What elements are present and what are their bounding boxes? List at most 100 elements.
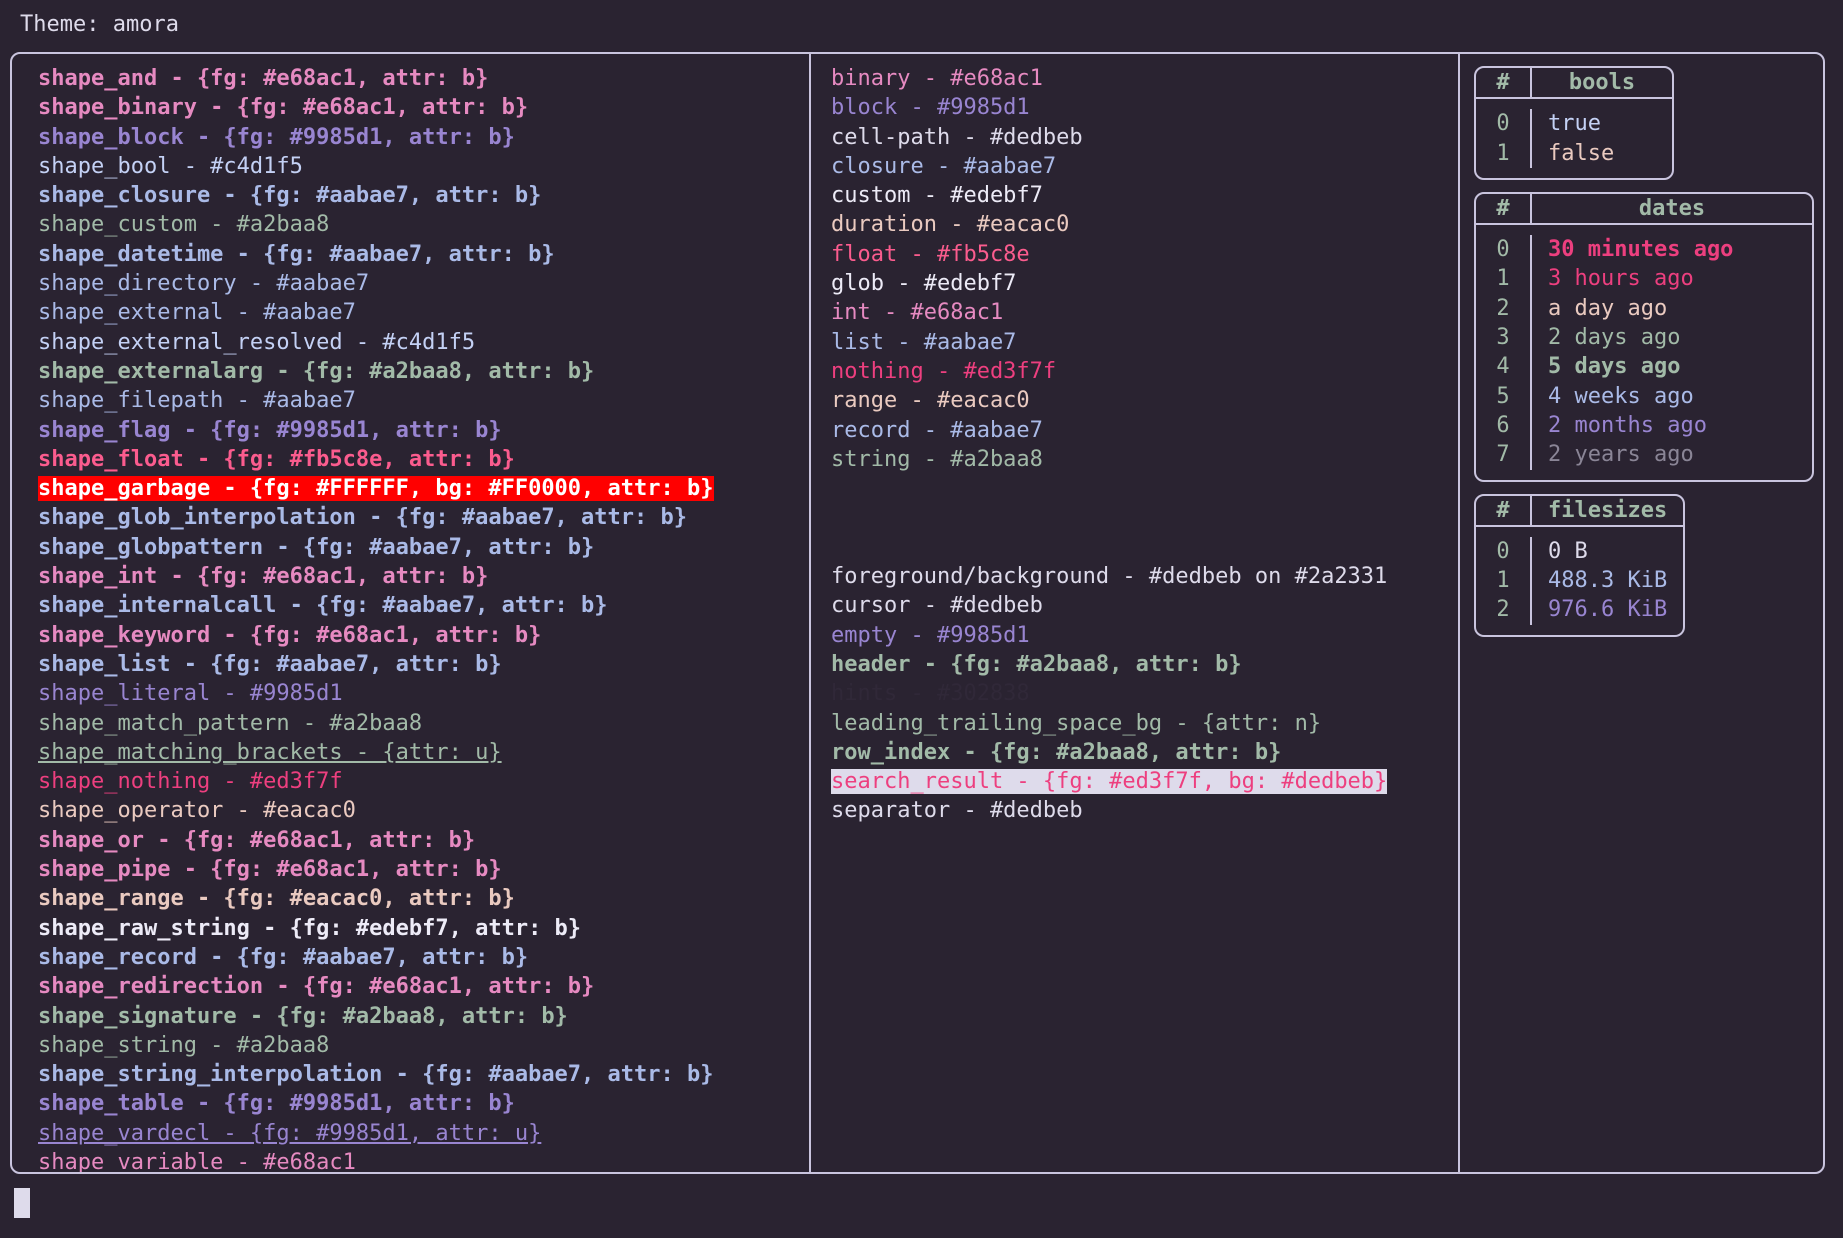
theme-entry: shape_external_resolved - #c4d1f5: [12, 328, 809, 357]
theme-entry-text: shape_filepath - #aabae7: [38, 388, 356, 414]
theme-entry: shape_record - {fg: #aabae7, attr: b}: [12, 943, 809, 972]
theme-entry: shape_and - {fg: #e68ac1, attr: b}: [12, 64, 809, 93]
theme-entry: list - #aabae7: [811, 328, 1458, 357]
theme-entry: shape_filepath - #aabae7: [12, 386, 809, 415]
theme-entry-text: shape_string - #a2baa8: [38, 1032, 330, 1058]
theme-entry-text: search_result - {fg: #ed3f7f, bg: #dedbe…: [831, 769, 1388, 795]
theme-entry-text: list - #aabae7: [831, 329, 1017, 355]
column-header: bools: [1568, 70, 1636, 95]
theme-entry: binary - #e68ac1: [811, 64, 1458, 93]
theme-entry-text: shape_block - {fg: #9985d1, attr: b}: [38, 124, 515, 150]
theme-entry: int - #e68ac1: [811, 298, 1458, 327]
table-dates: # dates 0 30 minutes ago 1 3 hours ago 2 a day …: [1474, 191, 1814, 482]
row-index: 0: [1476, 109, 1532, 139]
table-row[interactable]: 6 2 months ago: [1476, 410, 1812, 441]
theme-entry: empty - #9985d1: [811, 621, 1458, 650]
row-index: 4: [1476, 352, 1532, 382]
table-header-row: # filesizes: [1476, 495, 1684, 527]
cell-value: 488.3 KiB: [1548, 568, 1668, 594]
theme-entry: shape_string_interpolation - {fg: #aabae…: [12, 1060, 809, 1089]
theme-entry: shape_vardecl - {fg: #9985d1, attr: u}: [12, 1119, 809, 1148]
types-column: binary - #e68ac1 block - #9985d1 cell-path…: [811, 54, 1458, 1172]
theme-entry: shape_matching_brackets - {attr: u}: [12, 738, 809, 767]
theme-entry: string - #a2baa8: [811, 445, 1458, 474]
row-index: 0: [1476, 536, 1532, 567]
cell-value: false: [1548, 140, 1615, 166]
theme-entry-text: shape_datetime - {fg: #aabae7, attr: b}: [38, 241, 555, 267]
theme-entry: shape_datetime - {fg: #aabae7, attr: b}: [12, 240, 809, 269]
theme-entry-text: shape_or - {fg: #e68ac1, attr: b}: [38, 827, 476, 853]
theme-entry-text: shape_raw_string - {fg: #edebf7, attr: b…: [38, 915, 582, 941]
table-row[interactable]: 2 976.6 KiB: [1476, 595, 1683, 625]
theme-entry: float - #fb5c8e: [811, 240, 1458, 269]
table-row[interactable]: 5 4 weeks ago: [1476, 381, 1812, 411]
table-row[interactable]: 1 3 hours ago: [1476, 264, 1812, 294]
column-header: #: [1476, 495, 1532, 525]
cell-value: 2 years ago: [1548, 442, 1694, 468]
row-index: 2: [1476, 293, 1532, 324]
theme-entry: separator - #dedbeb: [811, 796, 1458, 825]
row-index: 5: [1476, 381, 1532, 411]
theme-entry-text: shape_garbage - {fg: #FFFFFF, bg: #FF000…: [38, 476, 714, 502]
theme-entry: foreground/background - #dedbeb on #2a23…: [811, 562, 1458, 591]
table-row[interactable]: 0 30 minutes ago: [1476, 235, 1812, 265]
theme-entry-text: header - {fg: #a2baa8, attr: b}: [831, 651, 1242, 677]
theme-entry-text: shape_externalarg - {fg: #a2baa8, attr: …: [38, 358, 595, 384]
table-row[interactable]: 2 a day ago: [1476, 293, 1812, 324]
theme-entry: row_index - {fg: #a2baa8, attr: b}: [811, 738, 1458, 767]
theme-entry: shape_range - {fg: #eacac0, attr: b}: [12, 884, 809, 913]
theme-entry: shape_globpattern - {fg: #aabae7, attr: …: [12, 533, 809, 562]
theme-entry-text: foreground/background - #dedbeb on #2a23…: [831, 564, 1388, 590]
theme-entry-text: shape_keyword - {fg: #e68ac1, attr: b}: [38, 622, 542, 648]
theme-entry-text: string - #a2baa8: [831, 446, 1043, 472]
theme-entry: shape_pipe - {fg: #e68ac1, attr: b}: [12, 855, 809, 884]
cell-value: 4 weeks ago: [1548, 383, 1694, 409]
theme-entry-text: shape_vardecl - {fg: #9985d1, attr: u}: [38, 1120, 542, 1146]
theme-entry-text: binary - #e68ac1: [831, 66, 1043, 91]
table-pad: [1476, 168, 1672, 178]
theme-entry-text: shape_range - {fg: #eacac0, attr: b}: [38, 886, 515, 912]
row-index: 1: [1476, 138, 1532, 168]
theme-entry-text: shape_closure - {fg: #aabae7, attr: b}: [38, 183, 542, 209]
theme-entry-text: shape_glob_interpolation - {fg: #aabae7,…: [38, 505, 688, 531]
theme-entry-text: cell-path - #dedbeb: [831, 124, 1083, 150]
column-header: dates: [1638, 195, 1706, 221]
table-row[interactable]: 7 2 years ago: [1476, 440, 1812, 470]
theme-entry-text: separator - #dedbeb: [831, 798, 1083, 824]
cell-value: a day ago: [1548, 295, 1668, 321]
theme-entry: search_result - {fg: #ed3f7f, bg: #dedbe…: [811, 767, 1458, 796]
row-index: 0: [1476, 235, 1532, 265]
table-row[interactable]: 1 488.3 KiB: [1476, 566, 1683, 596]
theme-entry-text: shape_record - {fg: #aabae7, attr: b}: [38, 944, 529, 970]
table-row[interactable]: 3 2 days ago: [1476, 323, 1812, 353]
table-header-row: # dates: [1476, 193, 1812, 226]
theme-entry: leading_trailing_space_bg - {attr: n}: [811, 709, 1458, 738]
theme-entry: shape_match_pattern - #a2baa8: [12, 709, 809, 738]
theme-entry-text: shape_operator - #eacac0: [38, 798, 356, 824]
table-row[interactable]: 0 0 B: [1476, 536, 1683, 567]
theme-entry: shape_nothing - #ed3f7f: [12, 767, 809, 796]
theme-entry-text: custom - #edebf7: [831, 183, 1043, 209]
cell-value: true: [1548, 111, 1601, 137]
theme-entry-text: hints - #302838: [831, 681, 1030, 707]
theme-entry-text: shape_nothing - #ed3f7f: [38, 769, 343, 795]
ui-elements-list: foreground/background - #dedbeb on #2a23…: [811, 562, 1458, 826]
table-row[interactable]: 0 true: [1476, 109, 1672, 139]
theme-entry: custom - #edebf7: [811, 181, 1458, 210]
theme-preview-table: shape_and - {fg: #e68ac1, attr: b} shape_…: [10, 52, 1825, 1174]
theme-entry-text: float - #fb5c8e: [831, 241, 1030, 267]
theme-entry: cursor - #dedbeb: [811, 591, 1458, 620]
theme-entry: shape_externalarg - {fg: #a2baa8, attr: …: [12, 357, 809, 386]
theme-entry: shape_signature - {fg: #a2baa8, attr: b}: [12, 1002, 809, 1031]
theme-entry: shape_string - #a2baa8: [12, 1031, 809, 1060]
theme-entry: shape_keyword - {fg: #e68ac1, attr: b}: [12, 621, 809, 650]
row-index: 1: [1476, 264, 1532, 294]
column-header: #: [1476, 68, 1532, 98]
table-pad: [1476, 470, 1812, 480]
theme-entry: record - #aabae7: [811, 416, 1458, 445]
table-row[interactable]: 4 5 days ago: [1476, 352, 1812, 382]
table-pad: [1476, 625, 1683, 635]
theme-entry-text: shape_external_resolved - #c4d1f5: [38, 329, 476, 355]
table-row[interactable]: 1 false: [1476, 138, 1672, 168]
theme-entry: shape_glob_interpolation - {fg: #aabae7,…: [12, 503, 809, 532]
